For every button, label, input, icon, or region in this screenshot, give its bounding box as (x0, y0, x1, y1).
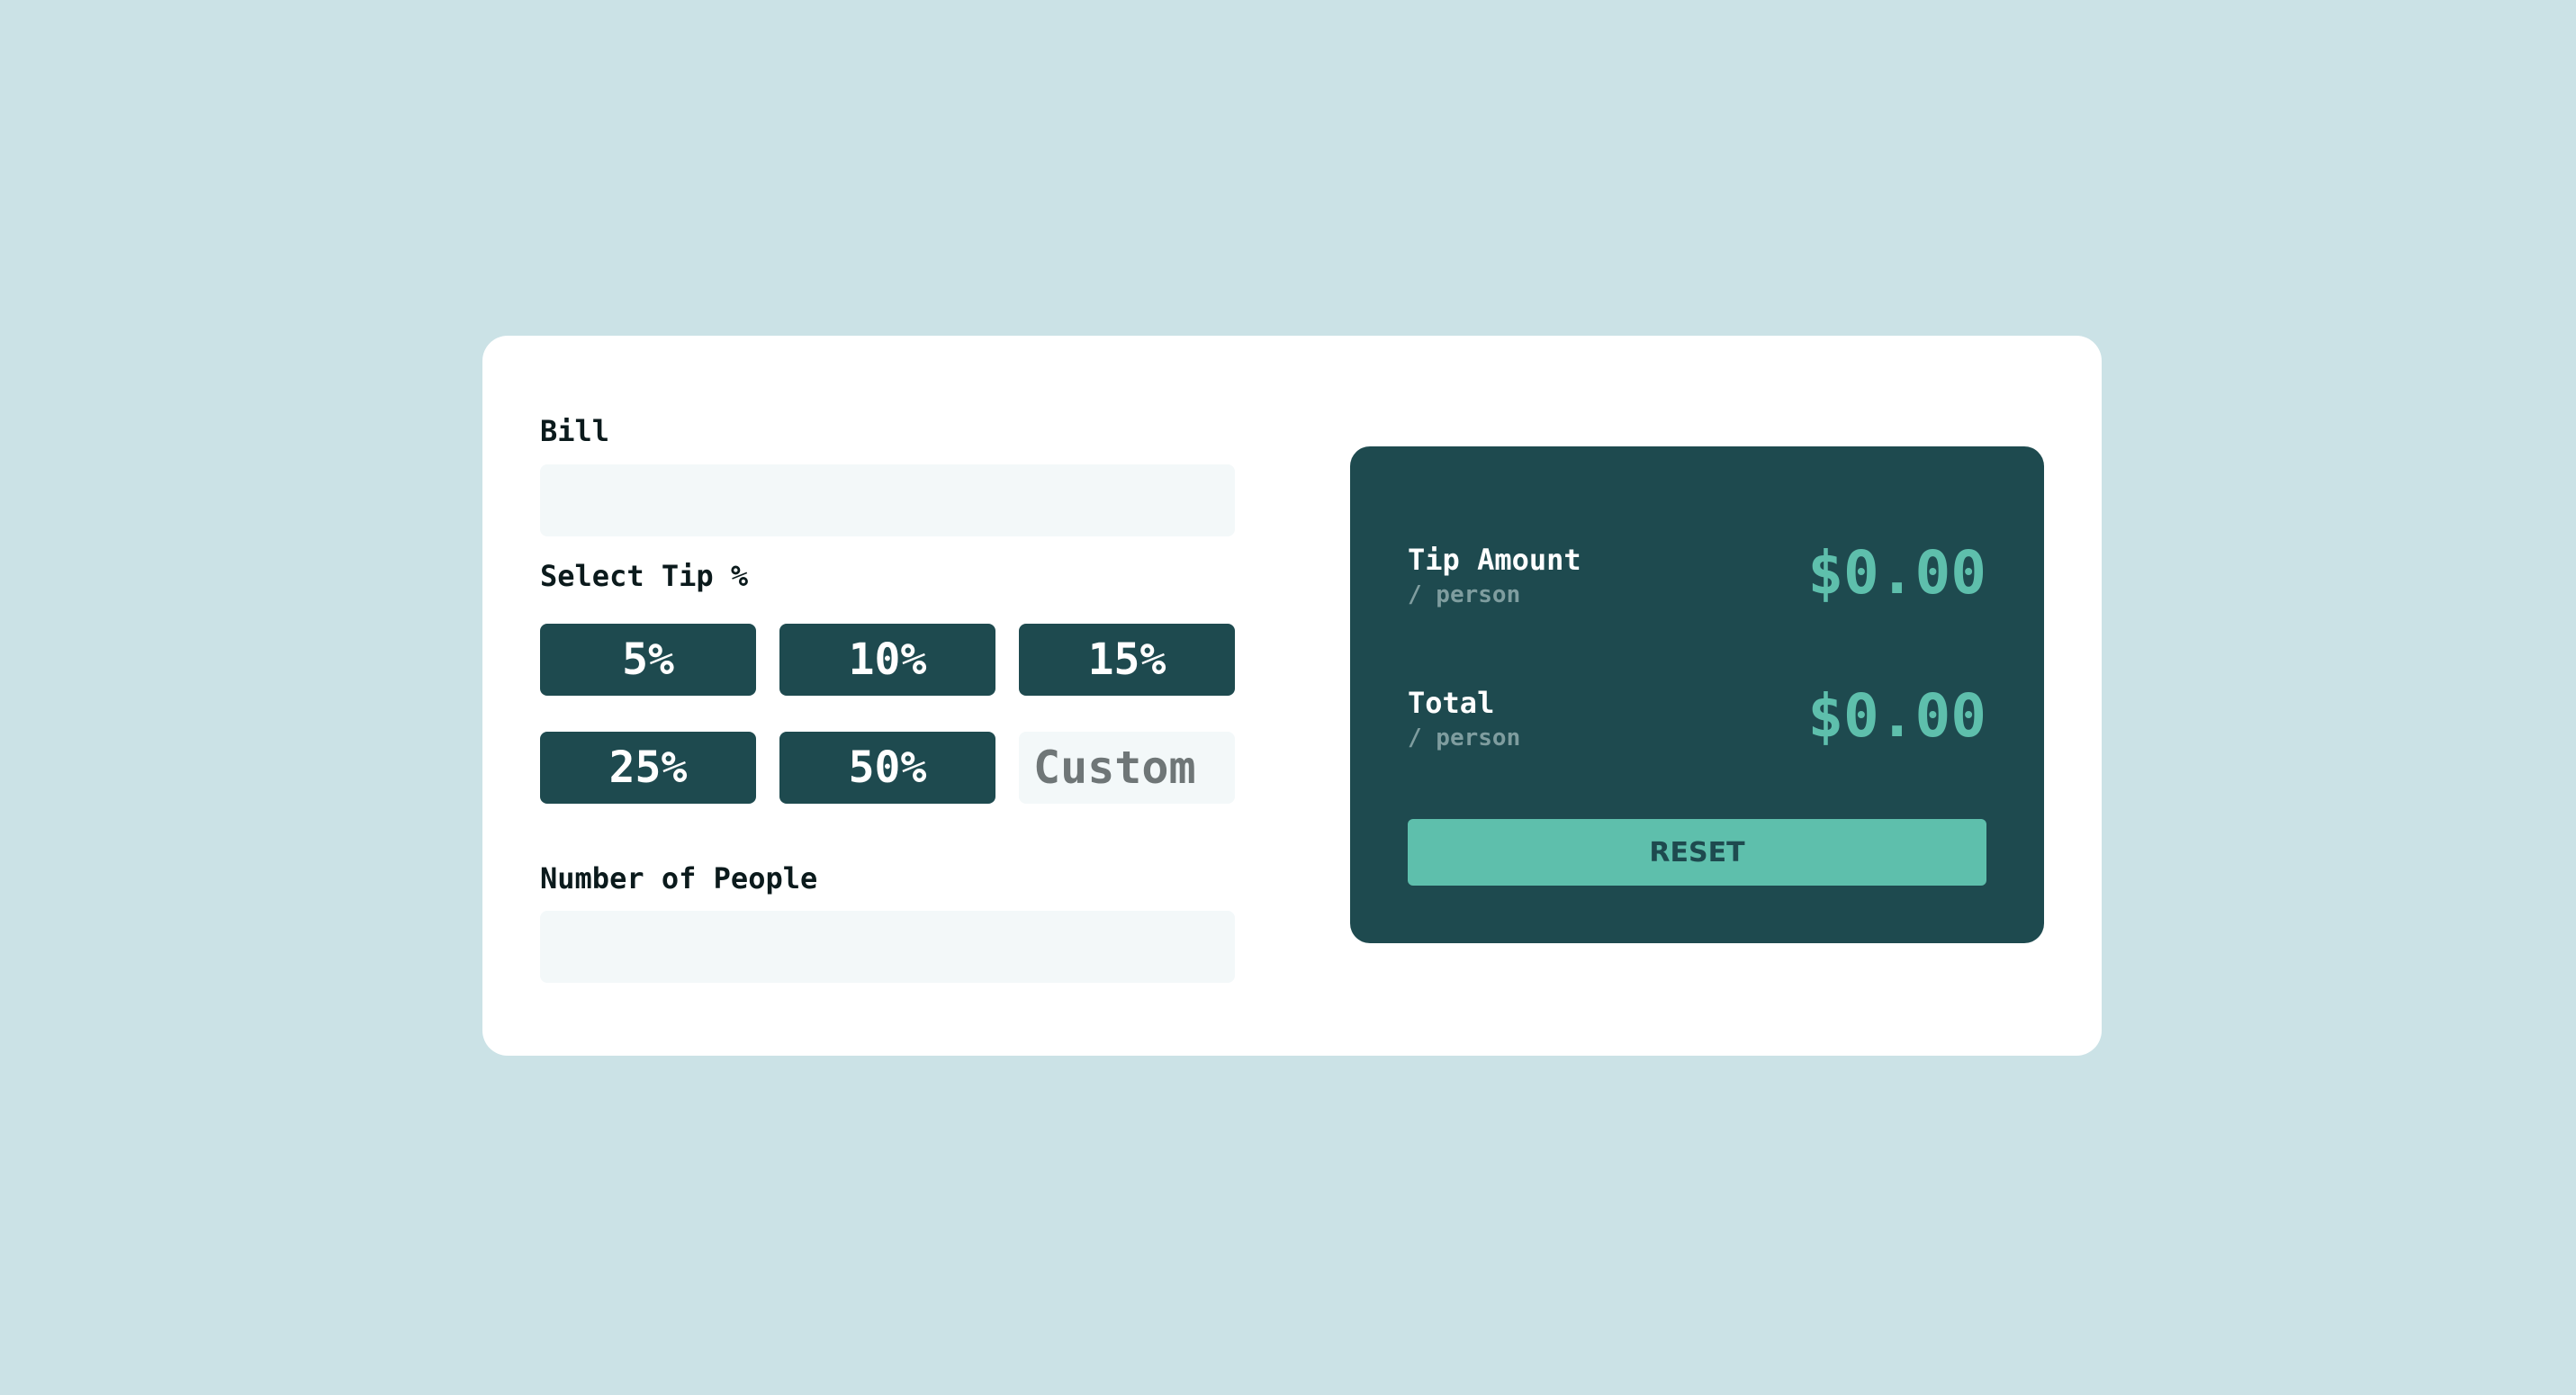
tip-button-15[interactable]: 15% (1019, 624, 1235, 696)
tip-amount-value: $0.00 (1807, 538, 1986, 608)
total-value: $0.00 (1807, 681, 1986, 751)
tip-calculator-card: Bill Select Tip % 5% 10% 15% 25% 50% Num… (482, 336, 2102, 1056)
tip-button-10[interactable]: 10% (779, 624, 995, 696)
tip-button-50[interactable]: 50% (779, 732, 995, 804)
tip-button-5[interactable]: 5% (540, 624, 756, 696)
reset-button[interactable]: RESET (1408, 819, 1986, 886)
tip-amount-row: Tip Amount / person $0.00 (1408, 536, 1986, 617)
tip-amount-per-person-label: / person (1408, 581, 1521, 608)
input-section: Bill Select Tip % 5% 10% 15% 25% 50% Num… (540, 336, 1235, 1056)
total-row: Total / person $0.00 (1408, 680, 1986, 760)
total-per-person-label: / person (1408, 724, 1521, 752)
custom-tip-input[interactable] (1019, 732, 1235, 804)
results-panel: Tip Amount / person $0.00 Total / person… (1350, 446, 2044, 943)
number-of-people-input[interactable] (540, 911, 1235, 983)
select-tip-label: Select Tip % (540, 559, 749, 593)
total-label: Total (1408, 686, 1495, 720)
bill-input[interactable] (540, 464, 1235, 536)
bill-label: Bill (540, 414, 610, 448)
tip-button-25[interactable]: 25% (540, 732, 756, 804)
tip-amount-label: Tip Amount (1408, 543, 1581, 577)
number-of-people-label: Number of People (540, 861, 818, 896)
